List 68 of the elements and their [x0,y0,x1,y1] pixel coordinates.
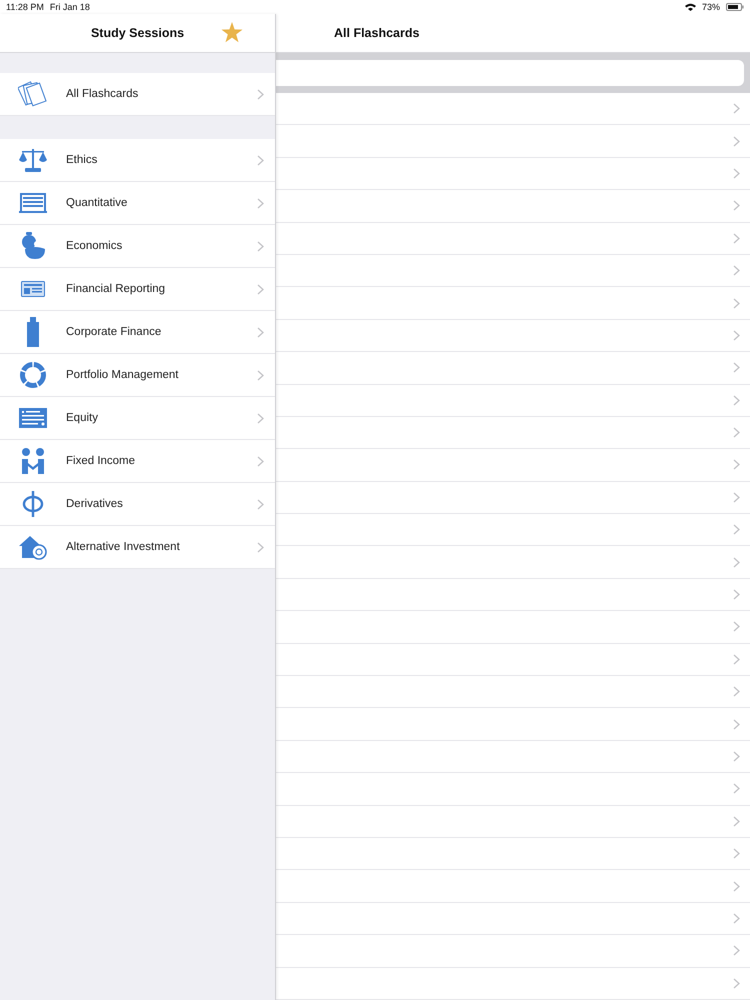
chevron-icon [733,136,740,147]
chevron-icon [733,427,740,438]
chevron-icon [733,945,740,956]
scale-icon [18,147,48,173]
chevron-icon [257,542,264,552]
chevron-icon [257,88,264,100]
chevron-icon [733,816,740,827]
cards-icon [18,80,48,108]
chevron-icon [257,284,264,294]
sidebar-item[interactable]: Equity [0,397,275,440]
star-icon[interactable] [221,22,243,43]
sidebar-item[interactable]: Portfolio Management [0,354,275,397]
chevron-icon [733,168,740,179]
chevron-icon [733,589,740,600]
sidebar-item[interactable]: Financial Reporting [0,268,275,311]
sidebar-item[interactable]: Quantitative [0,182,275,225]
sidebar-item[interactable]: All Flashcards [0,73,275,116]
battery-percent: 73% [702,1,720,13]
house-coin-icon [18,534,48,560]
chevron-icon [733,492,740,503]
search-field[interactable] [276,60,744,86]
skyscraper-icon [26,317,40,347]
ring-chart-icon [19,361,47,389]
sidebar-title: Study Sessions [90,26,184,40]
chevron-icon [733,524,740,536]
chevron-icon [733,912,740,924]
phi-symbol-icon [21,490,45,518]
sidebar-item[interactable]: Alternative Investment [0,526,275,569]
chevron-icon [733,362,740,374]
chevron-icon [733,978,740,989]
chevron-icon [733,394,740,406]
chevron-icon [733,751,740,762]
chevron-icon [257,498,264,510]
chevron-icon [733,459,740,470]
chevron-icon [257,240,264,252]
detail-title: All Flashcards [334,26,420,40]
chevron-icon [257,198,264,208]
chevron-icon [733,103,740,114]
sidebar-item[interactable]: Economics [0,225,275,268]
chevron-icon [257,326,264,338]
newspaper-icon [21,281,45,297]
battery-icon [726,3,744,11]
chevron-icon [733,654,740,665]
abacus-icon [19,193,47,213]
chevron-icon [257,412,264,424]
status-time: 11:28 PM [6,1,44,13]
certificate-icon [19,408,47,428]
chevron-icon [733,556,740,568]
chevron-icon [733,718,740,730]
sidebar-item[interactable]: Corporate Finance [0,311,275,354]
chevron-icon [733,783,740,794]
chevron-icon [257,370,264,380]
chevron-icon [257,154,264,166]
chevron-icon [733,880,740,892]
chevron-icon [733,621,740,632]
chevron-icon [733,330,740,341]
chevron-icon [733,848,740,860]
chevron-icon [733,232,740,244]
chevron-icon [733,200,740,212]
sidebar-item[interactable]: Fixed Income [0,440,275,483]
chevron-icon [733,686,740,698]
status-date: Fri Jan 18 [50,1,90,13]
sidebar-item[interactable]: Derivatives [0,483,275,526]
sidebar-item[interactable]: Ethics [0,139,275,182]
chevron-icon [257,456,264,466]
wifi-icon [684,3,696,11]
chevron-icon [733,265,740,276]
chevron-icon [733,298,740,309]
